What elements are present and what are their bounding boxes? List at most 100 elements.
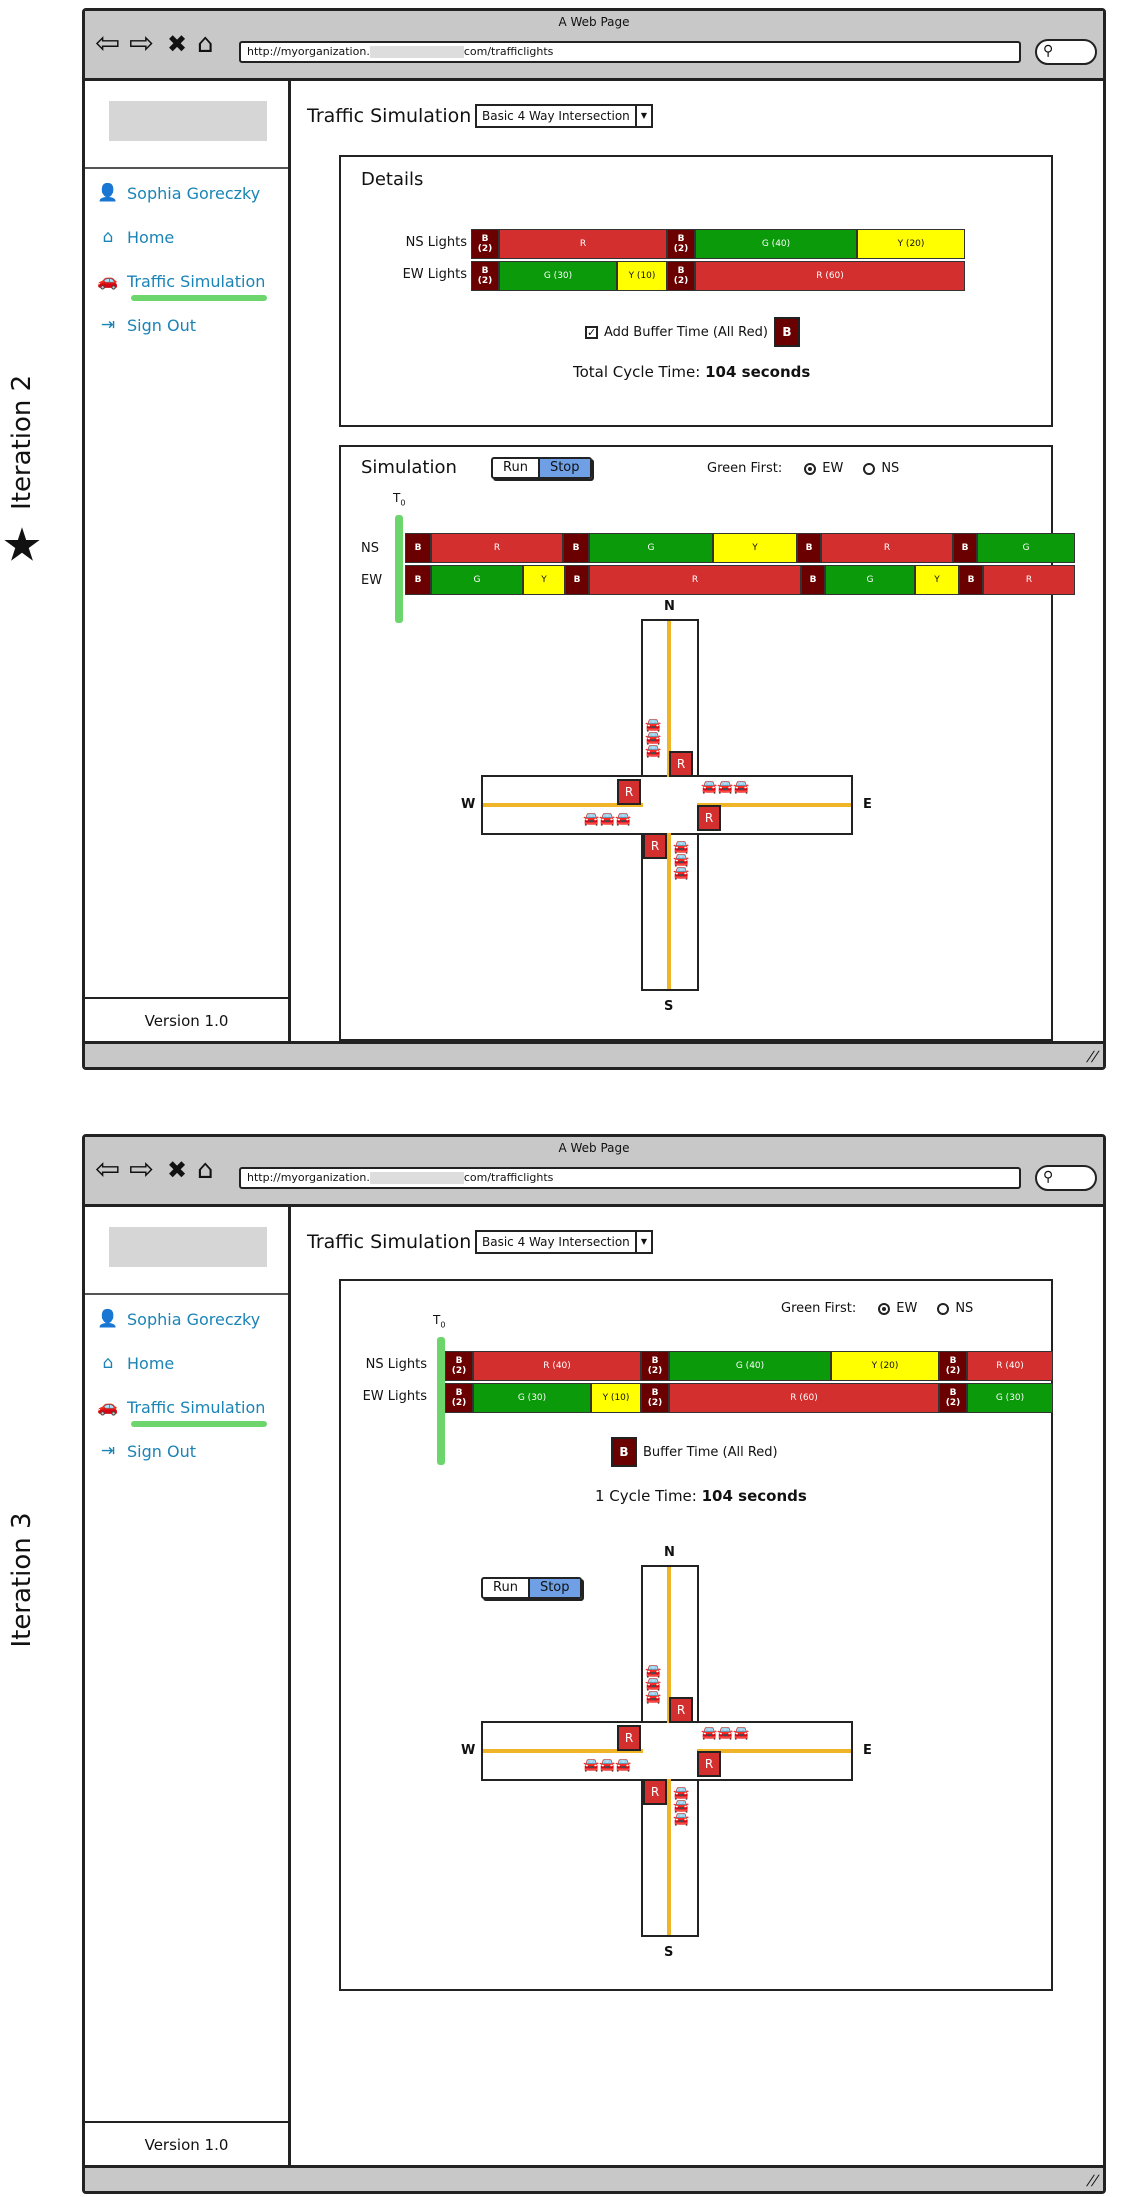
car-icon-queue-east: 🚘🚘🚘 (701, 780, 750, 795)
it3-ns-segment: R (40) (473, 1351, 641, 1381)
back-icon[interactable]: ⇦ (95, 1155, 120, 1185)
chevron-down-icon[interactable]: ▼ (635, 1232, 651, 1252)
scenario-dropdown[interactable]: Basic 4 Way Intersection ▼ (475, 104, 653, 128)
it2-sim-ew-segment: G (431, 565, 523, 595)
close-icon[interactable]: ✖ (167, 1155, 187, 1185)
user-icon: 👤 (97, 1309, 119, 1329)
stop-button[interactable]: Stop (527, 1579, 580, 1597)
compass-s: S (664, 1945, 674, 1960)
compass-n: N (664, 599, 675, 614)
compass-n: N (664, 1545, 675, 1560)
home-icon[interactable]: ⌂ (197, 29, 214, 59)
chevron-down-icon[interactable]: ▼ (635, 106, 651, 126)
browser-window-iteration-3: A Web Page ⇦ ⇨ ✖ ⌂ http://myorganization… (82, 1134, 1106, 2194)
window-title: A Web Page (558, 15, 630, 29)
details-title: Details (361, 169, 424, 190)
active-highlight (131, 295, 267, 301)
it3-ew-segment: G (30) (473, 1383, 591, 1413)
star-icon: ★ (1, 517, 43, 572)
buffer-time-checkbox-row[interactable]: ✓ Add Buffer Time (All Red) B (585, 317, 800, 347)
radio-ns[interactable] (863, 462, 876, 475)
it2-sim-ns-segment: B (405, 533, 431, 563)
sidebar-item-sign-out[interactable]: ⇥ Sign Out (97, 315, 196, 335)
browser-titlebar: A Web Page ⇦ ⇨ ✖ ⌂ http://myorganization… (85, 11, 1103, 81)
iteration-3-label: Iteration 3 (7, 1512, 37, 1648)
page-title: Traffic Simulation (307, 1231, 472, 1253)
close-icon[interactable]: ✖ (167, 29, 187, 59)
run-stop-toggle[interactable]: Run Stop (491, 457, 592, 479)
it2-ns-segment: G (40) (695, 229, 857, 259)
buffer-time-checkbox[interactable]: ✓ (585, 325, 598, 339)
run-stop-toggle[interactable]: Run Stop (481, 1577, 582, 1599)
traffic-light-south: R (643, 833, 667, 859)
logo-placeholder (109, 101, 267, 141)
sidebar-item-traffic-simulation[interactable]: 🚗 Traffic Simulation (97, 1397, 265, 1417)
ew-lights-label: EW Lights (402, 267, 467, 282)
simulation-panel: Simulation Run Stop Green First: EW NS T… (339, 445, 1075, 1041)
search-icon[interactable]: ⚲ (1035, 1165, 1097, 1191)
stop-button[interactable]: Stop (537, 459, 590, 477)
home-icon[interactable]: ⌂ (197, 1155, 214, 1185)
browser-titlebar: A Web Page ⇦ ⇨ ✖ ⌂ http://myorganization… (85, 1137, 1103, 1207)
it2-sim-ew-segment: B (959, 565, 983, 595)
radio-ew[interactable] (878, 1302, 891, 1315)
sidebar-item-home[interactable]: ⌂ Home (97, 1353, 175, 1373)
it2-ns-segment: B (2) (667, 229, 695, 259)
simulation-panel: Green First: EW NS T0 NS Lights EW Light… (339, 1279, 1053, 1991)
sidebar-item-home[interactable]: ⌂ Home (97, 227, 175, 247)
forward-icon[interactable]: ⇨ (129, 29, 154, 59)
it3-ns-segment: B (2) (445, 1351, 473, 1381)
run-button[interactable]: Run (483, 1579, 528, 1597)
it3-ew-segment: B (2) (641, 1383, 669, 1413)
it3-ew-segment: R (60) (669, 1383, 939, 1413)
url-bar[interactable]: http://myorganization. com/trafficlights (239, 41, 1021, 63)
car-icon-queue-south: 🚘 🚘 🚘 (673, 1786, 690, 1827)
home-icon: ⌂ (102, 1353, 114, 1373)
car-icon-queue-west: 🚘🚘🚘 (583, 812, 632, 827)
it2-sim-ew-segment: Y (915, 565, 959, 595)
car-icon-queue-east: 🚘🚘🚘 (701, 1726, 750, 1741)
lane-marking-ns-bottom (667, 833, 671, 989)
it2-sim-ns-segment: R (821, 533, 953, 563)
cycle-time: 1 Cycle Time: 104 seconds (595, 1487, 807, 1505)
iteration-2-label: ★ Iteration 2 (1, 374, 43, 572)
car-icon-queue-south: 🚘 🚘 🚘 (673, 840, 690, 881)
it2-sim-ew-segment: B (801, 565, 825, 595)
sidebar-item-traffic-simulation[interactable]: 🚗 Traffic Simulation (97, 271, 265, 291)
car-icon-queue-north: 🚘 🚘 🚘 (645, 1664, 662, 1705)
back-icon[interactable]: ⇦ (95, 29, 120, 59)
it2-sim-ns-segment: B (797, 533, 821, 563)
compass-e: E (863, 1743, 872, 1758)
radio-ew[interactable] (804, 462, 817, 475)
it2-ew-segment: B (2) (471, 261, 499, 291)
buffer-legend-swatch: B (773, 317, 800, 347)
status-bar: // (85, 2165, 1103, 2191)
it2-ew-segment: R (60) (695, 261, 965, 291)
compass-w: W (461, 1743, 476, 1758)
traffic-light-west: R (617, 1725, 641, 1751)
url-bar[interactable]: http://myorganization. com/trafficlights (239, 1167, 1021, 1189)
sim-ns-label: NS (361, 541, 379, 556)
sidebar: 👤 Sophia Goreczky ⌂ Home 🚗 Traffic Simulati… (85, 1207, 291, 2165)
scenario-dropdown[interactable]: Basic 4 Way Intersection ▼ (475, 1230, 653, 1254)
sidebar-item-sign-out[interactable]: ⇥ Sign Out (97, 1441, 196, 1461)
it3-ns-segment: B (2) (939, 1351, 967, 1381)
t0-label: T0 (433, 1313, 446, 1330)
buffer-legend: B Buffer Time (All Red) (611, 1437, 778, 1467)
it3-ns-segment: B (2) (641, 1351, 669, 1381)
window-title: A Web Page (558, 1141, 630, 1155)
it2-sim-ns-segment: G (589, 533, 713, 563)
sidebar-item-user[interactable]: 👤 Sophia Goreczky (97, 1309, 260, 1329)
it2-sim-ns-segment: B (953, 533, 977, 563)
traffic-light-north: R (669, 1697, 693, 1723)
radio-ns[interactable] (937, 1302, 950, 1315)
resize-grip-icon[interactable]: // (1085, 1049, 1100, 1065)
it3-ew-segment: G (30) (967, 1383, 1053, 1413)
run-button[interactable]: Run (493, 459, 538, 477)
sidebar-item-user[interactable]: 👤 Sophia Goreczky (97, 183, 260, 203)
lane-marking-ns-bottom (667, 1779, 671, 1935)
details-panel: Details NS Lights EW Lights 40 ✓ Add Buf… (339, 155, 1053, 427)
resize-grip-icon[interactable]: // (1085, 2173, 1100, 2189)
search-icon[interactable]: ⚲ (1035, 39, 1097, 65)
forward-icon[interactable]: ⇨ (129, 1155, 154, 1185)
